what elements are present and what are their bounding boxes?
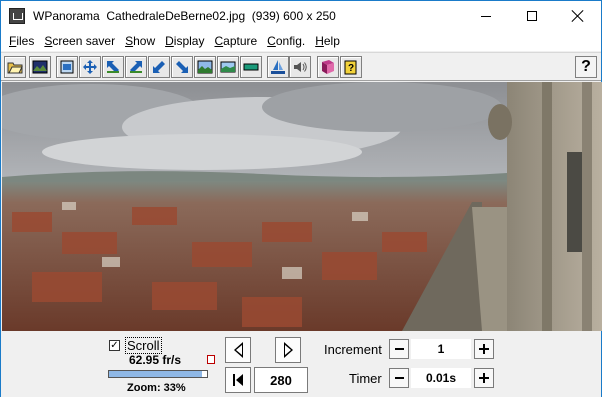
landscape-wide-icon <box>220 61 236 73</box>
help-book-icon: ? <box>344 60 357 75</box>
scroll-down-right-button[interactable] <box>171 56 193 78</box>
zoom-label: Zoom: 33% <box>127 382 186 394</box>
menu-config[interactable]: Config. <box>262 31 310 51</box>
title-bar[interactable]: WPanorama CathedraleDeBerne02.jpg (939) … <box>1 1 601 31</box>
minus-icon <box>394 377 404 379</box>
help-topics-button[interactable]: ? <box>340 56 362 78</box>
landscape-wide-button[interactable] <box>217 56 239 78</box>
panorama-image <box>2 82 602 331</box>
app-icon[interactable] <box>9 8 25 24</box>
scroll-up-left-button[interactable] <box>102 56 124 78</box>
arrow-up-right-icon <box>130 61 142 73</box>
window-title: WPanorama CathedraleDeBerne02.jpg (939) … <box>33 9 336 23</box>
increment-decrease-button[interactable] <box>389 339 409 359</box>
minimize-button[interactable] <box>463 1 509 31</box>
menu-screen-saver[interactable]: Screen saver <box>39 31 120 51</box>
scroll-label[interactable]: Scroll <box>125 337 162 354</box>
close-button[interactable] <box>555 1 601 31</box>
landscape-flat-icon <box>243 63 259 71</box>
fit-window-icon <box>60 60 74 74</box>
context-help-button[interactable]: ? <box>575 56 597 78</box>
menu-bar: Files Screen saver Show Display Capture … <box>1 31 601 51</box>
fit-window-button[interactable] <box>56 56 78 78</box>
record-icon[interactable] <box>207 355 215 364</box>
scroll-toggle[interactable]: ✓ Scroll <box>109 337 162 354</box>
picture-button[interactable] <box>29 56 51 78</box>
timer-decrease-button[interactable] <box>389 368 409 388</box>
increment-increase-button[interactable] <box>474 339 494 359</box>
scroll-right-button[interactable] <box>275 337 301 363</box>
menu-help[interactable]: Help <box>310 31 345 51</box>
scroll-down-left-button[interactable] <box>148 56 170 78</box>
plus-icon <box>479 344 489 354</box>
sound-button[interactable] <box>289 56 311 78</box>
position-field[interactable]: 280 <box>254 367 308 393</box>
landscape-button[interactable] <box>194 56 216 78</box>
minus-icon <box>394 348 404 350</box>
go-to-start-button[interactable] <box>225 367 251 393</box>
guide-book-button[interactable] <box>317 56 339 78</box>
close-icon <box>572 10 584 22</box>
increment-label: Increment <box>324 342 382 357</box>
arrow-right-icon <box>283 342 293 358</box>
zoom-slider[interactable] <box>108 370 208 378</box>
scroll-left-button[interactable] <box>225 337 251 363</box>
svg-text:?: ? <box>348 63 354 74</box>
menu-display[interactable]: Display <box>160 31 209 51</box>
scroll-up-right-button[interactable] <box>125 56 147 78</box>
panorama-view[interactable] <box>2 82 602 331</box>
open-file-button[interactable] <box>4 56 26 78</box>
move-button[interactable] <box>79 56 101 78</box>
arrow-down-left-icon <box>153 61 165 73</box>
scroll-checkbox[interactable]: ✓ <box>109 340 120 351</box>
arrow-left-icon <box>233 342 243 358</box>
move-icon <box>83 60 97 74</box>
timer-field[interactable]: 0.01s <box>411 368 471 388</box>
skip-to-start-icon <box>233 374 243 386</box>
picture-icon <box>32 60 48 74</box>
toolbar: ? ? <box>1 52 601 81</box>
window-controls <box>463 1 601 31</box>
book-icon <box>322 60 334 74</box>
app-window: WPanorama CathedraleDeBerne02.jpg (939) … <box>0 0 602 397</box>
plus-icon <box>479 373 489 383</box>
minimize-icon <box>481 15 491 17</box>
control-panel: ✓ Scroll 62.95 fr/s Zoom: 33% 280 Increm… <box>1 331 601 397</box>
landscape-flat-button[interactable] <box>240 56 262 78</box>
menu-show[interactable]: Show <box>120 31 160 51</box>
arrow-down-right-icon <box>176 61 188 73</box>
timer-label: Timer <box>349 371 382 386</box>
zoom-slider-fill <box>109 371 203 377</box>
open-folder-icon <box>7 62 23 74</box>
arrow-up-left-icon <box>107 61 119 73</box>
menu-files[interactable]: Files <box>4 31 39 51</box>
timer-increase-button[interactable] <box>474 368 494 388</box>
maximize-button[interactable] <box>509 1 555 31</box>
sailboat-icon <box>271 60 285 74</box>
landscape-icon <box>197 60 213 74</box>
menu-capture[interactable]: Capture <box>209 31 262 51</box>
sailboat-button[interactable] <box>267 56 289 78</box>
frame-rate-readout: 62.95 fr/s <box>129 353 182 367</box>
maximize-icon <box>527 11 537 21</box>
increment-field[interactable]: 1 <box>411 339 471 359</box>
speaker-icon <box>294 62 307 72</box>
